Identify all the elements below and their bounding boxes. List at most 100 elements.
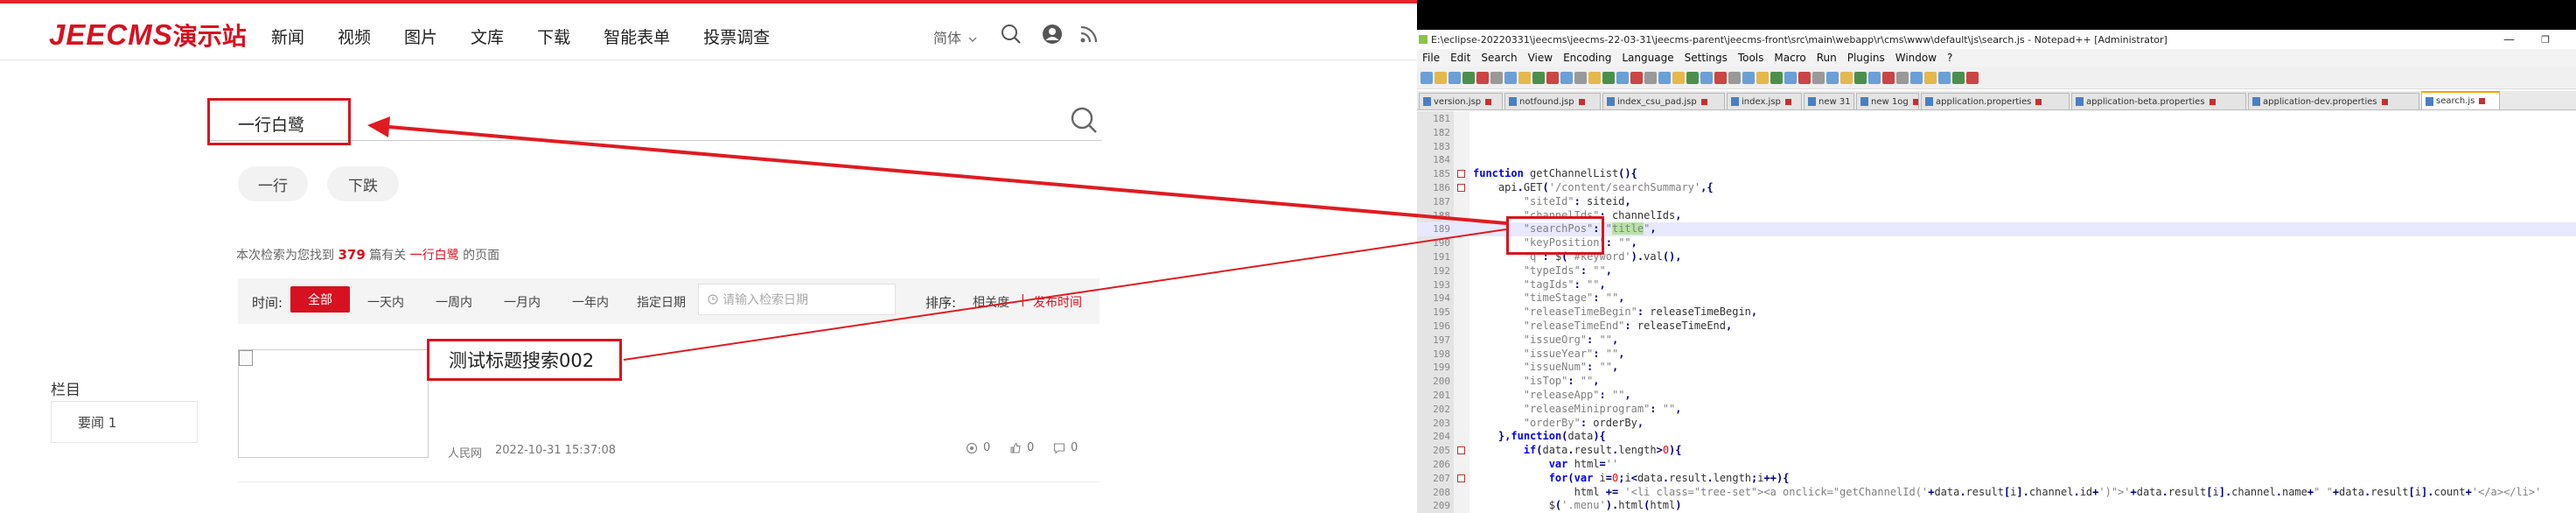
toolbar-button-icon[interactable] <box>1588 71 1601 84</box>
toolbar-button-icon[interactable] <box>1490 71 1503 84</box>
code-line[interactable]: 196 "releaseTimeEnd": releaseTimeEnd, <box>1417 320 2576 334</box>
code-line[interactable]: 208 html += '<li class="tree-set"><a onc… <box>1417 486 2576 500</box>
toolbar-button-icon[interactable] <box>1728 71 1741 84</box>
menu-encoding[interactable]: Encoding <box>1563 52 1611 64</box>
code-line[interactable]: 203 "orderBy": orderBy, <box>1417 417 2576 431</box>
toolbar-button-icon[interactable] <box>1714 71 1727 84</box>
time-filter-year[interactable]: 一年内 <box>572 293 609 311</box>
code-line[interactable]: 182 <box>1417 126 2576 140</box>
code-editor[interactable]: 181 182 183 184 185 function getChannelList()… <box>1417 112 2576 513</box>
code-line[interactable]: 201 "releaseApp": "", <box>1417 389 2576 403</box>
search-icon[interactable] <box>1000 23 1023 46</box>
toolbar-button-icon[interactable] <box>1700 71 1713 84</box>
menu-settings[interactable]: Settings <box>1685 52 1728 64</box>
result-title[interactable]: 测试标题搜索002 <box>427 339 622 381</box>
tab-new-log[interactable]: new 1og <box>1856 93 1919 109</box>
nav-item-news[interactable]: 新闻 <box>271 25 304 48</box>
toolbar-button-icon[interactable] <box>1910 71 1923 84</box>
sort-relevance[interactable]: 相关度 <box>973 293 1009 311</box>
toolbar-button-icon[interactable] <box>1532 71 1545 84</box>
menu-run[interactable]: Run <box>1817 52 1837 64</box>
related-tag[interactable]: 一行 <box>238 166 308 201</box>
result-likes[interactable]: 0 <box>1009 441 1034 454</box>
toolbar-button-icon[interactable] <box>1435 71 1447 84</box>
time-filter-custom[interactable]: 指定日期 <box>637 293 686 311</box>
fold-toggle-icon[interactable] <box>1457 170 1465 179</box>
language-switch[interactable]: 简体 <box>933 26 977 47</box>
toolbar-button-icon[interactable] <box>1546 71 1559 84</box>
close-icon[interactable] <box>2035 98 2042 105</box>
toolbar-button-icon[interactable] <box>1882 71 1895 84</box>
menu-plugins[interactable]: Plugins <box>1847 52 1885 64</box>
minimize-button[interactable]: — <box>2503 33 2515 46</box>
toolbar-button-icon[interactable] <box>1658 71 1671 84</box>
toolbar-button-icon[interactable] <box>1952 71 1965 84</box>
tab-application-properties[interactable]: application.properties <box>1921 93 2070 109</box>
close-icon[interactable] <box>1578 98 1585 105</box>
toolbar-button-icon[interactable] <box>1421 71 1433 84</box>
result-comments[interactable]: 0 <box>1053 441 1078 454</box>
result-thumbnail[interactable] <box>238 349 429 458</box>
menu-macro[interactable]: Macro <box>1774 52 1805 64</box>
menu-tools[interactable]: Tools <box>1738 52 1764 64</box>
toolbar-button-icon[interactable] <box>1966 71 1979 84</box>
nav-item-images[interactable]: 图片 <box>404 25 437 48</box>
code-line[interactable]: 207 for(var i=0;i<data.result.length;i++… <box>1417 472 2576 486</box>
code-line[interactable]: 187 "siteId": siteid, <box>1417 195 2576 209</box>
toolbar-button-icon[interactable] <box>1812 71 1825 84</box>
time-filter-day[interactable]: 一天内 <box>367 293 404 311</box>
toolbar-button-icon[interactable] <box>1504 71 1517 84</box>
close-icon[interactable] <box>1784 98 1791 105</box>
close-icon[interactable] <box>1912 98 1918 105</box>
fold-toggle-icon[interactable] <box>1457 446 1465 455</box>
code-line[interactable]: 194 "timeStage": "", <box>1417 292 2576 306</box>
toolbar-button-icon[interactable] <box>1630 71 1643 84</box>
toolbar-button-icon[interactable] <box>1770 71 1783 84</box>
toolbar-button-icon[interactable] <box>1854 71 1867 84</box>
time-filter-month[interactable]: 一月内 <box>504 293 541 311</box>
nav-item-download[interactable]: 下载 <box>537 25 570 48</box>
close-icon[interactable] <box>1700 98 1707 105</box>
restore-button[interactable]: ❐ <box>2541 34 2550 46</box>
tab-application-dev-properties[interactable]: application-dev.properties <box>2248 93 2419 109</box>
code-line[interactable]: 185 function getChannelList(){ <box>1417 167 2576 181</box>
tab-notfound-jsp[interactable]: notfound.jsp <box>1504 93 1601 109</box>
toolbar-button-icon[interactable] <box>1868 71 1881 84</box>
toolbar-button-icon[interactable] <box>1616 71 1629 84</box>
code-line[interactable]: 181 <box>1417 112 2576 126</box>
user-icon[interactable] <box>1041 23 1064 46</box>
code-line[interactable]: 205 if(data.result.length>0){ <box>1417 444 2576 458</box>
tab-version-jsp[interactable]: version.jsp <box>1419 93 1503 109</box>
site-logo[interactable]: JEECMS演示站 <box>49 18 247 53</box>
toolbar-button-icon[interactable] <box>1560 71 1573 84</box>
column-item[interactable]: 要闻 1 <box>51 401 198 443</box>
toolbar-button-icon[interactable] <box>1463 71 1475 84</box>
toolbar-button-icon[interactable] <box>1574 71 1587 84</box>
nav-item-library[interactable]: 文库 <box>471 25 504 48</box>
menu-window[interactable]: Window <box>1895 52 1937 64</box>
fold-toggle-icon[interactable] <box>1457 474 1465 482</box>
close-icon[interactable] <box>1485 98 1492 105</box>
menu-language[interactable]: Language <box>1622 52 1673 64</box>
code-line[interactable]: 199 "issueNum": "", <box>1417 361 2576 375</box>
code-line[interactable]: 200 "isTop": "", <box>1417 375 2576 389</box>
tab-search-js[interactable]: search.js <box>2421 91 2500 109</box>
toolbar-button-icon[interactable] <box>1476 71 1489 84</box>
related-tag[interactable]: 下跌 <box>327 166 399 201</box>
toolbar-button-icon[interactable] <box>1672 71 1685 84</box>
code-line[interactable]: 202 "releaseMiniprogram": "", <box>1417 403 2576 417</box>
date-input[interactable]: 请输入检索日期 <box>698 284 896 315</box>
code-line[interactable]: 186 api.GET('/content/searchSummary',{ <box>1417 181 2576 195</box>
time-filter-all[interactable]: 全部 <box>290 286 350 313</box>
toolbar-button-icon[interactable] <box>1518 71 1531 84</box>
toolbar-button-icon[interactable] <box>1896 71 1909 84</box>
menu-view[interactable]: View <box>1528 52 1553 64</box>
toolbar-button-icon[interactable] <box>1449 71 1461 84</box>
toolbar-button-icon[interactable] <box>1826 71 1839 84</box>
code-line[interactable]: 206 var html='' <box>1417 458 2576 472</box>
menu-edit[interactable]: Edit <box>1450 52 1470 64</box>
code-line[interactable]: 204 },function(data){ <box>1417 430 2576 444</box>
code-line[interactable]: 198 "issueYear": "", <box>1417 348 2576 362</box>
code-line[interactable]: 209 $('.menu').html(html) <box>1417 499 2576 513</box>
close-icon[interactable] <box>2479 98 2486 104</box>
